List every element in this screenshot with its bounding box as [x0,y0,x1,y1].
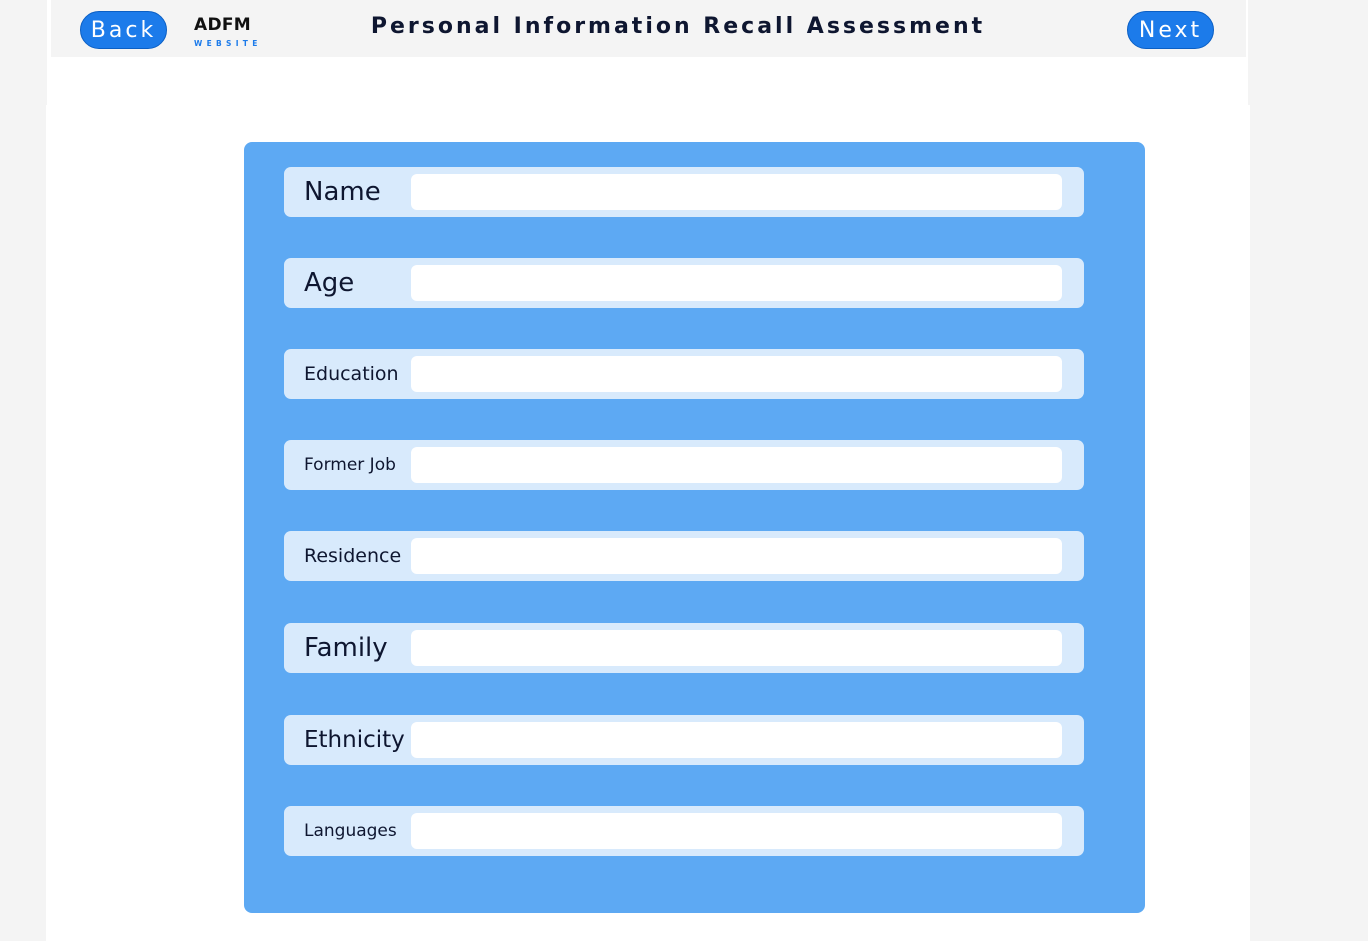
field-row-ethnicity: Ethnicity [284,715,1084,765]
field-label-former-job: Former Job [304,455,396,475]
field-row-residence: Residence [284,531,1084,581]
languages-input[interactable] [411,813,1062,849]
field-row-age: Age [284,258,1084,308]
field-row-name: Name [284,167,1084,217]
back-button[interactable]: Back [80,11,167,49]
field-row-languages: Languages [284,806,1084,856]
name-input[interactable] [411,174,1062,210]
app-window: Back ADFM WEBSITE Personal Information R… [0,0,1368,941]
field-row-family: Family [284,623,1084,673]
logo-subtext: WEBSITE [194,39,262,48]
page-title: Personal Information Recall Assessment [370,14,986,39]
residence-input[interactable] [411,538,1062,574]
field-label-education: Education [304,363,399,385]
education-input[interactable] [411,356,1062,392]
next-button[interactable]: Next [1127,11,1214,49]
field-label-languages: Languages [304,821,397,841]
former-job-input[interactable] [411,447,1062,483]
ethnicity-input[interactable] [411,722,1062,758]
family-input[interactable] [411,630,1062,666]
field-label-name: Name [304,177,381,207]
age-input[interactable] [411,265,1062,301]
field-label-family: Family [304,633,388,663]
field-label-age: Age [304,268,355,298]
site-logo[interactable]: ADFM WEBSITE [194,14,274,49]
logo-text: ADFM [194,15,251,35]
personal-info-form: Name Age Education Former Job Residence … [244,142,1145,913]
field-label-ethnicity: Ethnicity [304,727,405,753]
field-label-residence: Residence [304,545,402,567]
field-row-former-job: Former Job [284,440,1084,490]
field-row-education: Education [284,349,1084,399]
